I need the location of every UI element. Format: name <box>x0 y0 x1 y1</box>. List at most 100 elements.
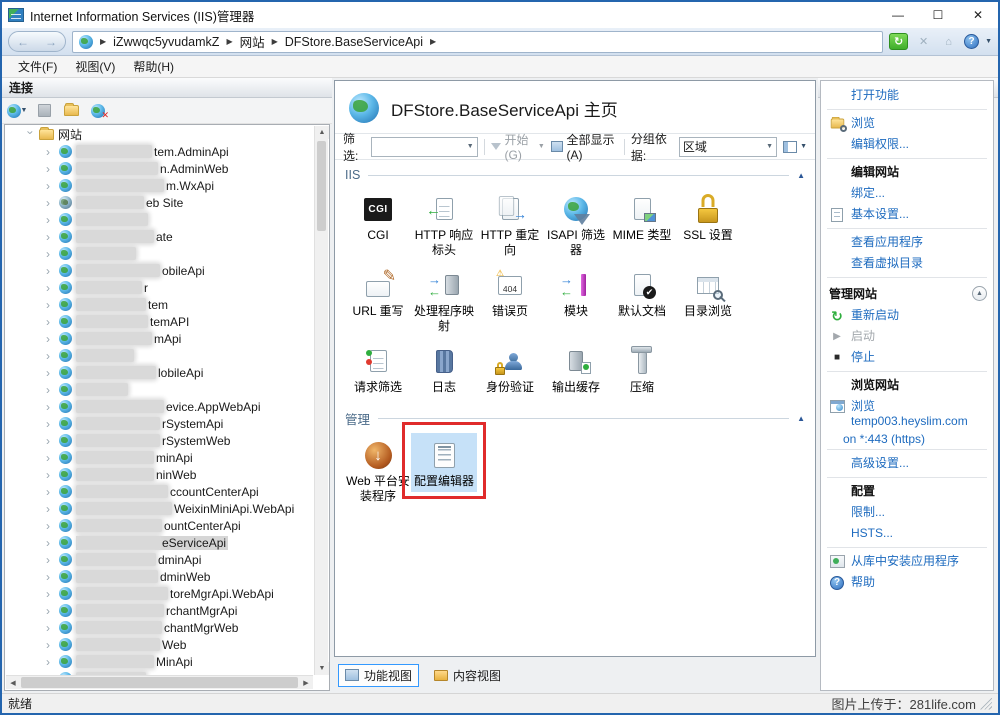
chevron-right-icon[interactable]: › <box>46 452 55 464</box>
feature-request-filtering[interactable]: 请求筛选 <box>345 339 411 398</box>
chevron-right-icon[interactable]: › <box>46 639 55 651</box>
feature-default-document[interactable]: ✔默认文档 <box>609 263 675 322</box>
tree-site-item[interactable]: ›rSystemWeb <box>6 432 314 449</box>
chevron-right-icon[interactable]: › <box>46 333 55 345</box>
tree-site-item[interactable]: ›toreMgrApi.WebApi <box>6 585 314 602</box>
chevron-right-icon[interactable]: › <box>46 248 55 260</box>
menu-item-1[interactable]: 视图(V) <box>67 56 123 77</box>
chevron-right-icon[interactable]: › <box>46 656 55 668</box>
create-connection-icon[interactable]: ▼ <box>8 103 26 119</box>
action-link[interactable]: HSTS... <box>821 523 993 544</box>
refresh-icon[interactable]: ↻ <box>889 33 908 50</box>
feature-isapi-filters[interactable]: ISAPI 筛选器 <box>543 187 609 261</box>
action-link[interactable]: 编辑权限... <box>821 134 993 155</box>
scroll-right-icon[interactable]: ▶ <box>299 676 313 689</box>
tree-site-item[interactable]: ›Web <box>6 636 314 653</box>
action-gallery-icon[interactable]: 从库中安装应用程序 <box>821 551 993 572</box>
scroll-up-icon[interactable]: ▲ <box>315 126 329 139</box>
chevron-right-icon[interactable]: › <box>46 367 55 379</box>
scroll-down-icon[interactable]: ▼ <box>315 662 329 675</box>
resize-grip[interactable] <box>980 698 992 710</box>
tab-features-view[interactable]: 功能视图 <box>338 664 419 687</box>
collapse-section-icon[interactable]: ▲ <box>797 171 805 180</box>
go-button[interactable]: 开始(G)▼ <box>491 131 545 162</box>
action-browse-icon[interactable]: 浏览 <box>821 113 993 134</box>
tree-site-item[interactable]: ›n.AdminWeb <box>6 160 314 177</box>
breadcrumb-item-2[interactable]: DFStore.BaseServiceApi <box>285 35 423 49</box>
feature-http-response-headers[interactable]: ←HTTP 响应标头 <box>411 187 477 261</box>
chevron-right-icon[interactable]: › <box>46 197 55 209</box>
action-link[interactable]: 查看虚拟目录 <box>821 253 993 274</box>
tree-site-item[interactable]: ›rchantMgrApi <box>6 602 314 619</box>
filter-input[interactable]: ▼ <box>371 137 477 157</box>
feature-handler-mappings[interactable]: →←处理程序映射 <box>411 263 477 337</box>
home-icon[interactable]: ⌂ <box>939 33 958 50</box>
tree-site-item[interactable]: ›tem.AdminApi <box>6 143 314 160</box>
tree-site-item[interactable]: ›dminApi <box>6 551 314 568</box>
action-start-icon[interactable]: ▶启动 <box>821 326 993 347</box>
tree-site-item[interactable]: ›lobileApi <box>6 364 314 381</box>
feature-url-rewrite[interactable]: ✎URL 重写 <box>345 263 411 322</box>
chevron-right-icon[interactable]: › <box>46 554 55 566</box>
chevron-right-icon[interactable]: › <box>46 299 55 311</box>
action-link[interactable]: 绑定... <box>821 183 993 204</box>
feature-cgi[interactable]: CGICGI <box>345 187 411 246</box>
chevron-right-icon[interactable]: › <box>46 622 55 634</box>
feature-directory-browsing[interactable]: 目录浏览 <box>675 263 741 322</box>
tree-site-item[interactable]: › <box>6 211 314 228</box>
feature-error-pages[interactable]: 404⚠错误页 <box>477 263 543 322</box>
chevron-right-icon[interactable]: › <box>46 571 55 583</box>
tree-site-item[interactable]: › <box>6 381 314 398</box>
breadcrumb[interactable]: ▶iZwwqc5yvudamkZ▶网站▶DFStore.BaseServiceA… <box>72 31 883 53</box>
tree-site-item[interactable]: ›evice.AppWebApi <box>6 398 314 415</box>
action-restart-icon[interactable]: ↻重新启动 <box>821 305 993 326</box>
tree-site-item[interactable]: › <box>6 245 314 262</box>
tree-site-item[interactable]: ›ate <box>6 228 314 245</box>
chevron-right-icon[interactable]: › <box>46 384 55 396</box>
chevron-right-icon[interactable]: › <box>46 520 55 532</box>
tree-vertical-scrollbar[interactable]: ▲ ▼ <box>314 126 328 675</box>
chevron-right-icon[interactable]: › <box>46 316 55 328</box>
back-button[interactable]: ← <box>17 35 29 49</box>
tree-horizontal-scrollbar[interactable]: ◀ ▶ <box>6 675 313 689</box>
chevron-right-icon[interactable]: › <box>46 503 55 515</box>
tree-site-item[interactable]: ›WeixinMiniApi.WebApi <box>6 500 314 517</box>
chevron-right-icon[interactable]: › <box>46 537 55 549</box>
breadcrumb-item-1[interactable]: 网站 <box>240 32 265 51</box>
view-mode-button[interactable]: ▼ <box>783 141 807 153</box>
scroll-thumb-h[interactable] <box>21 677 298 688</box>
tree-site-item[interactable]: ›minApi <box>6 449 314 466</box>
chevron-right-icon[interactable]: › <box>46 146 55 158</box>
chevron-right-icon[interactable]: › <box>46 231 55 243</box>
feature-authentication[interactable]: 身份验证 <box>477 339 543 398</box>
chevron-right-icon[interactable]: › <box>46 180 55 192</box>
forward-button[interactable]: → <box>45 35 57 49</box>
scroll-thumb[interactable] <box>317 141 326 231</box>
tree-site-item[interactable]: ›rSystemApi <box>6 415 314 432</box>
tree-site-item[interactable]: ›dminWeb <box>6 568 314 585</box>
help-icon[interactable]: ? <box>964 34 979 49</box>
action-browse-site-icon[interactable]: 浏览 temp003.heyslim.com <box>821 396 993 432</box>
feature-mime-types[interactable]: MIME 类型 <box>609 187 675 246</box>
feature-logging[interactable]: 日志 <box>411 339 477 398</box>
up-folder-icon[interactable] <box>62 103 80 119</box>
tree-site-item[interactable]: ›ccountCenterApi <box>6 483 314 500</box>
action-help-circle-icon[interactable]: ?帮助 <box>821 572 993 593</box>
action-link[interactable]: 查看应用程序 <box>821 232 993 253</box>
tree-site-item[interactable]: ›eb Site <box>6 194 314 211</box>
scroll-left-icon[interactable]: ◀ <box>6 676 20 689</box>
chevron-right-icon[interactable]: › <box>46 265 55 277</box>
chevron-right-icon[interactable]: › <box>46 282 55 294</box>
chevron-right-icon[interactable]: › <box>46 605 55 617</box>
chevron-right-icon[interactable]: › <box>46 163 55 175</box>
chevron-right-icon[interactable]: › <box>46 401 55 413</box>
tree-site-item[interactable]: ›obileApi <box>6 262 314 279</box>
menu-item-0[interactable]: 文件(F) <box>10 56 65 77</box>
menu-item-2[interactable]: 帮助(H) <box>125 56 182 77</box>
chevron-right-icon[interactable]: › <box>46 418 55 430</box>
tree-site-item[interactable]: ›mApi <box>6 330 314 347</box>
show-all-button[interactable]: 全部显示(A) <box>551 131 618 162</box>
minimize-button[interactable]: — <box>878 2 918 28</box>
feature-config-editor[interactable]: 配置编辑器 <box>411 433 477 492</box>
action-basic-settings-icon[interactable]: 基本设置... <box>821 204 993 225</box>
